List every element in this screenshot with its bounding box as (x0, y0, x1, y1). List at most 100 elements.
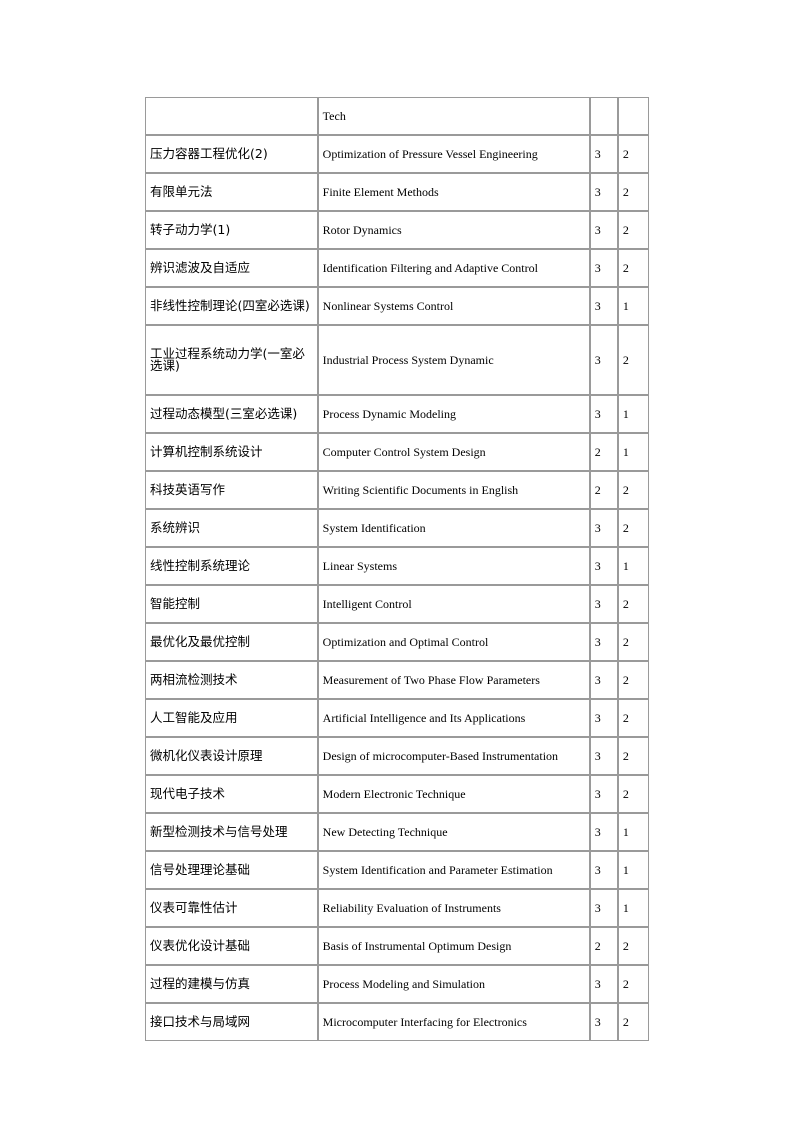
table-row: 辨识滤波及自适应 Identification Filtering and Ada… (145, 249, 649, 287)
table-row: 新型检测技术与信号处理 New Detecting Technique 3 1 (145, 813, 649, 851)
credits-cell: 3 (589, 585, 618, 623)
semester-cell: 2 (617, 135, 649, 173)
semester-cell: 2 (617, 173, 649, 211)
course-name-en-cell: Rotor Dynamics (317, 211, 590, 249)
course-name-cn-cell: 过程动态模型(三室必选课) (145, 395, 318, 433)
course-name-en-cell: Linear Systems (317, 547, 590, 585)
course-name-cn-cell: 工业过程系统动力学(一室必选课) (145, 325, 318, 395)
semester-cell: 1 (617, 395, 649, 433)
semester-cell (617, 97, 649, 135)
table-row: 转子动力学(1) Rotor Dynamics 3 2 (145, 211, 649, 249)
credits-cell: 3 (589, 661, 618, 699)
course-name-cn-cell: 辨识滤波及自适应 (145, 249, 318, 287)
credits-cell: 3 (589, 813, 618, 851)
course-name-cn-cell: 智能控制 (145, 585, 318, 623)
course-name-en-cell: Writing Scientific Documents in English (317, 471, 590, 509)
course-name-cn-cell (145, 97, 318, 135)
credits-cell: 3 (589, 965, 618, 1003)
course-name-en-cell: Reliability Evaluation of Instruments (317, 889, 590, 927)
semester-cell: 2 (617, 737, 649, 775)
course-name-cn-cell: 计算机控制系统设计 (145, 433, 318, 471)
course-name-cn-cell: 线性控制系统理论 (145, 547, 318, 585)
credits-cell: 3 (589, 623, 618, 661)
semester-cell: 2 (617, 585, 649, 623)
table-row: 接口技术与局域网 Microcomputer Interfacing for El… (145, 1003, 649, 1041)
credits-cell: 3 (589, 135, 618, 173)
course-name-cn-cell: 新型检测技术与信号处理 (145, 813, 318, 851)
table-row: 最优化及最优控制 Optimization and Optimal Control… (145, 623, 649, 661)
credits-cell: 3 (589, 395, 618, 433)
table-row: 科技英语写作 Writing Scientific Documents in En… (145, 471, 649, 509)
table-row: Tech (145, 97, 649, 135)
semester-cell: 2 (617, 623, 649, 661)
course-name-en-cell: Microcomputer Interfacing for Electronic… (317, 1003, 590, 1041)
course-name-cn-cell: 接口技术与局域网 (145, 1003, 318, 1041)
course-name-en-cell: Finite Element Methods (317, 173, 590, 211)
table-row: 过程的建模与仿真 Process Modeling and Simulation 3… (145, 965, 649, 1003)
credits-cell: 3 (589, 211, 618, 249)
course-name-cn-cell: 有限单元法 (145, 173, 318, 211)
semester-cell: 2 (617, 1003, 649, 1041)
semester-cell: 1 (617, 287, 649, 325)
credits-cell: 3 (589, 851, 618, 889)
course-name-en-cell: Identification Filtering and Adaptive Co… (317, 249, 590, 287)
semester-cell: 1 (617, 813, 649, 851)
table-row: 智能控制 Intelligent Control 3 2 (145, 585, 649, 623)
semester-cell: 2 (617, 661, 649, 699)
course-name-en-cell: Process Dynamic Modeling (317, 395, 590, 433)
semester-cell: 2 (617, 509, 649, 547)
credits-cell: 3 (589, 249, 618, 287)
course-name-en-cell: Basis of Instrumental Optimum Design (317, 927, 590, 965)
semester-cell: 2 (617, 927, 649, 965)
course-name-cn-cell: 系统辨识 (145, 509, 318, 547)
credits-cell: 3 (589, 547, 618, 585)
course-name-cn-cell: 非线性控制理论(四室必选课) (145, 287, 318, 325)
credits-cell (589, 97, 618, 135)
credits-cell: 3 (589, 325, 618, 395)
table-row: 压力容器工程优化(2) Optimization of Pressure Vess… (145, 135, 649, 173)
credits-cell: 3 (589, 775, 618, 813)
table-row: 非线性控制理论(四室必选课) Nonlinear Systems Control 3… (145, 287, 649, 325)
table-body: Tech 压力容器工程优化(2) Optimization of Pressure … (145, 97, 649, 1041)
course-name-cn-cell: 仪表优化设计基础 (145, 927, 318, 965)
semester-cell: 1 (617, 851, 649, 889)
table-row: 信号处理理论基础 System Identification and Parame… (145, 851, 649, 889)
course-name-cn-cell: 最优化及最优控制 (145, 623, 318, 661)
credits-cell: 2 (589, 927, 618, 965)
document-page: Tech 压力容器工程优化(2) Optimization of Pressure … (0, 0, 794, 1123)
credits-cell: 3 (589, 737, 618, 775)
semester-cell: 2 (617, 699, 649, 737)
credits-cell: 2 (589, 471, 618, 509)
semester-cell: 2 (617, 211, 649, 249)
table-row: 计算机控制系统设计 Computer Control System Design 2… (145, 433, 649, 471)
course-name-cn-cell: 压力容器工程优化(2) (145, 135, 318, 173)
semester-cell: 2 (617, 775, 649, 813)
table-row: 两相流检测技术 Measurement of Two Phase Flow Par… (145, 661, 649, 699)
course-name-en-cell: Artificial Intelligence and Its Applicat… (317, 699, 590, 737)
course-name-cn-cell: 转子动力学(1) (145, 211, 318, 249)
course-name-en-cell: Tech (317, 97, 590, 135)
semester-cell: 2 (617, 325, 649, 395)
course-name-en-cell: Measurement of Two Phase Flow Parameters (317, 661, 590, 699)
course-name-cn-cell: 科技英语写作 (145, 471, 318, 509)
course-listing-table: Tech 压力容器工程优化(2) Optimization of Pressure … (145, 97, 649, 1041)
course-name-cn-cell: 人工智能及应用 (145, 699, 318, 737)
credits-cell: 3 (589, 1003, 618, 1041)
course-name-cn-cell: 现代电子技术 (145, 775, 318, 813)
course-name-en-cell: New Detecting Technique (317, 813, 590, 851)
course-name-cn-cell: 过程的建模与仿真 (145, 965, 318, 1003)
semester-cell: 2 (617, 471, 649, 509)
course-name-en-cell: Design of microcomputer-Based Instrument… (317, 737, 590, 775)
course-name-en-cell: Process Modeling and Simulation (317, 965, 590, 1003)
course-name-en-cell: System Identification (317, 509, 590, 547)
course-name-en-cell: System Identification and Parameter Esti… (317, 851, 590, 889)
table-row: 现代电子技术 Modern Electronic Technique 3 2 (145, 775, 649, 813)
course-name-cn-cell: 信号处理理论基础 (145, 851, 318, 889)
semester-cell: 1 (617, 547, 649, 585)
table-row: 过程动态模型(三室必选课) Process Dynamic Modeling 3 1 (145, 395, 649, 433)
table-row: 人工智能及应用 Artificial Intelligence and Its A… (145, 699, 649, 737)
table-row: 有限单元法 Finite Element Methods 3 2 (145, 173, 649, 211)
course-name-en-cell: Optimization of Pressure Vessel Engineer… (317, 135, 590, 173)
table-row: 线性控制系统理论 Linear Systems 3 1 (145, 547, 649, 585)
semester-cell: 1 (617, 889, 649, 927)
